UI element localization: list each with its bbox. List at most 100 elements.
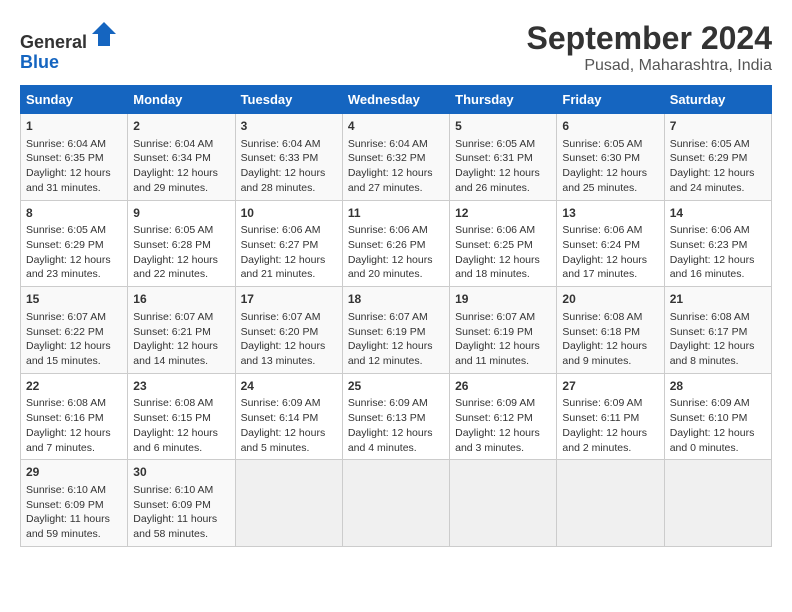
col-header-wednesday: Wednesday [342,86,449,114]
day-number: 2 [133,118,229,135]
day-info: Sunrise: 6:08 AM Sunset: 6:16 PM Dayligh… [26,396,122,455]
day-info: Sunrise: 6:04 AM Sunset: 6:34 PM Dayligh… [133,137,229,196]
day-info: Sunrise: 6:08 AM Sunset: 6:18 PM Dayligh… [562,310,658,369]
logo-general: General [20,32,87,52]
header-row: SundayMondayTuesdayWednesdayThursdayFrid… [21,86,772,114]
day-number: 9 [133,205,229,222]
calendar-cell: 16 Sunrise: 6:07 AM Sunset: 6:21 PM Dayli… [128,287,235,374]
calendar-cell [235,460,342,547]
calendar-cell: 30 Sunrise: 6:10 AM Sunset: 6:09 PM Dayli… [128,460,235,547]
subtitle: Pusad, Maharashtra, India [527,57,772,75]
day-number: 14 [670,205,766,222]
day-info: Sunrise: 6:09 AM Sunset: 6:11 PM Dayligh… [562,396,658,455]
day-number: 6 [562,118,658,135]
calendar-cell: 12Sunrise: 6:06 AM Sunset: 6:25 PM Dayli… [450,200,557,287]
calendar-cell: 1Sunrise: 6:04 AM Sunset: 6:35 PM Daylig… [21,114,128,201]
day-number: 18 [348,291,444,308]
calendar-cell: 11Sunrise: 6:06 AM Sunset: 6:26 PM Dayli… [342,200,449,287]
col-header-thursday: Thursday [450,86,557,114]
week-row-4: 22Sunrise: 6:08 AM Sunset: 6:16 PM Dayli… [21,373,772,460]
day-info: Sunrise: 6:07 AM Sunset: 6:21 PM Dayligh… [133,310,229,369]
day-number: 15 [26,291,122,308]
calendar-cell: 28Sunrise: 6:09 AM Sunset: 6:10 PM Dayli… [664,373,771,460]
week-row-1: 1Sunrise: 6:04 AM Sunset: 6:35 PM Daylig… [21,114,772,201]
logo: General Blue [20,20,118,73]
day-info: Sunrise: 6:07 AM Sunset: 6:20 PM Dayligh… [241,310,337,369]
col-header-tuesday: Tuesday [235,86,342,114]
day-number: 30 [133,464,229,481]
day-info: Sunrise: 6:06 AM Sunset: 6:23 PM Dayligh… [670,223,766,282]
day-info: Sunrise: 6:09 AM Sunset: 6:12 PM Dayligh… [455,396,551,455]
day-info: Sunrise: 6:08 AM Sunset: 6:15 PM Dayligh… [133,396,229,455]
calendar-cell: 27Sunrise: 6:09 AM Sunset: 6:11 PM Dayli… [557,373,664,460]
day-info: Sunrise: 6:07 AM Sunset: 6:22 PM Dayligh… [26,310,122,369]
day-info: Sunrise: 6:05 AM Sunset: 6:31 PM Dayligh… [455,137,551,196]
calendar-cell: 22Sunrise: 6:08 AM Sunset: 6:16 PM Dayli… [21,373,128,460]
day-number: 8 [26,205,122,222]
day-info: Sunrise: 6:09 AM Sunset: 6:14 PM Dayligh… [241,396,337,455]
calendar-cell: 10Sunrise: 6:06 AM Sunset: 6:27 PM Dayli… [235,200,342,287]
week-row-2: 8Sunrise: 6:05 AM Sunset: 6:29 PM Daylig… [21,200,772,287]
calendar-cell: 3 Sunrise: 6:04 AM Sunset: 6:33 PM Daylig… [235,114,342,201]
day-info: Sunrise: 6:04 AM Sunset: 6:35 PM Dayligh… [26,137,122,196]
col-header-saturday: Saturday [664,86,771,114]
calendar-table: SundayMondayTuesdayWednesdayThursdayFrid… [20,85,772,547]
week-row-5: 29 Sunrise: 6:10 AM Sunset: 6:09 PM Dayli… [21,460,772,547]
day-number: 23 [133,378,229,395]
calendar-cell: 18 Sunrise: 6:07 AM Sunset: 6:19 PM Dayli… [342,287,449,374]
day-number: 22 [26,378,122,395]
day-number: 16 [133,291,229,308]
day-info: Sunrise: 6:05 AM Sunset: 6:28 PM Dayligh… [133,223,229,282]
calendar-cell: 2 Sunrise: 6:04 AM Sunset: 6:34 PM Daylig… [128,114,235,201]
calendar-cell [557,460,664,547]
page-header: General Blue September 2024 Pusad, Mahar… [20,20,772,75]
calendar-cell: 20Sunrise: 6:08 AM Sunset: 6:18 PM Dayli… [557,287,664,374]
day-info: Sunrise: 6:06 AM Sunset: 6:26 PM Dayligh… [348,223,444,282]
calendar-cell: 21 Sunrise: 6:08 AM Sunset: 6:17 PM Dayli… [664,287,771,374]
week-row-3: 15 Sunrise: 6:07 AM Sunset: 6:22 PM Dayli… [21,287,772,374]
day-number: 3 [241,118,337,135]
col-header-monday: Monday [128,86,235,114]
day-number: 12 [455,205,551,222]
day-number: 25 [348,378,444,395]
day-info: Sunrise: 6:09 AM Sunset: 6:13 PM Dayligh… [348,396,444,455]
day-info: Sunrise: 6:04 AM Sunset: 6:33 PM Dayligh… [241,137,337,196]
day-info: Sunrise: 6:07 AM Sunset: 6:19 PM Dayligh… [348,310,444,369]
calendar-cell: 24Sunrise: 6:09 AM Sunset: 6:14 PM Dayli… [235,373,342,460]
logo-blue: Blue [20,52,59,72]
calendar-cell: 5 Sunrise: 6:05 AM Sunset: 6:31 PM Daylig… [450,114,557,201]
day-info: Sunrise: 6:09 AM Sunset: 6:10 PM Dayligh… [670,396,766,455]
day-number: 29 [26,464,122,481]
day-number: 19 [455,291,551,308]
calendar-cell: 23Sunrise: 6:08 AM Sunset: 6:15 PM Dayli… [128,373,235,460]
calendar-cell: 19Sunrise: 6:07 AM Sunset: 6:19 PM Dayli… [450,287,557,374]
day-number: 13 [562,205,658,222]
day-number: 26 [455,378,551,395]
day-number: 21 [670,291,766,308]
col-header-sunday: Sunday [21,86,128,114]
day-info: Sunrise: 6:08 AM Sunset: 6:17 PM Dayligh… [670,310,766,369]
calendar-cell: 6Sunrise: 6:05 AM Sunset: 6:30 PM Daylig… [557,114,664,201]
calendar-cell: 8Sunrise: 6:05 AM Sunset: 6:29 PM Daylig… [21,200,128,287]
day-info: Sunrise: 6:05 AM Sunset: 6:29 PM Dayligh… [670,137,766,196]
calendar-cell: 13Sunrise: 6:06 AM Sunset: 6:24 PM Dayli… [557,200,664,287]
day-number: 5 [455,118,551,135]
day-number: 11 [348,205,444,222]
main-title: September 2024 [527,20,772,57]
day-number: 7 [670,118,766,135]
day-info: Sunrise: 6:06 AM Sunset: 6:27 PM Dayligh… [241,223,337,282]
calendar-cell: 4Sunrise: 6:04 AM Sunset: 6:32 PM Daylig… [342,114,449,201]
calendar-cell: 7 Sunrise: 6:05 AM Sunset: 6:29 PM Daylig… [664,114,771,201]
calendar-cell: 26Sunrise: 6:09 AM Sunset: 6:12 PM Dayli… [450,373,557,460]
day-info: Sunrise: 6:10 AM Sunset: 6:09 PM Dayligh… [133,483,229,542]
day-info: Sunrise: 6:10 AM Sunset: 6:09 PM Dayligh… [26,483,122,542]
calendar-cell: 29 Sunrise: 6:10 AM Sunset: 6:09 PM Dayli… [21,460,128,547]
calendar-cell: 15 Sunrise: 6:07 AM Sunset: 6:22 PM Dayli… [21,287,128,374]
day-info: Sunrise: 6:06 AM Sunset: 6:24 PM Dayligh… [562,223,658,282]
day-number: 10 [241,205,337,222]
day-number: 17 [241,291,337,308]
col-header-friday: Friday [557,86,664,114]
day-number: 4 [348,118,444,135]
logo-icon [90,20,118,48]
day-number: 28 [670,378,766,395]
